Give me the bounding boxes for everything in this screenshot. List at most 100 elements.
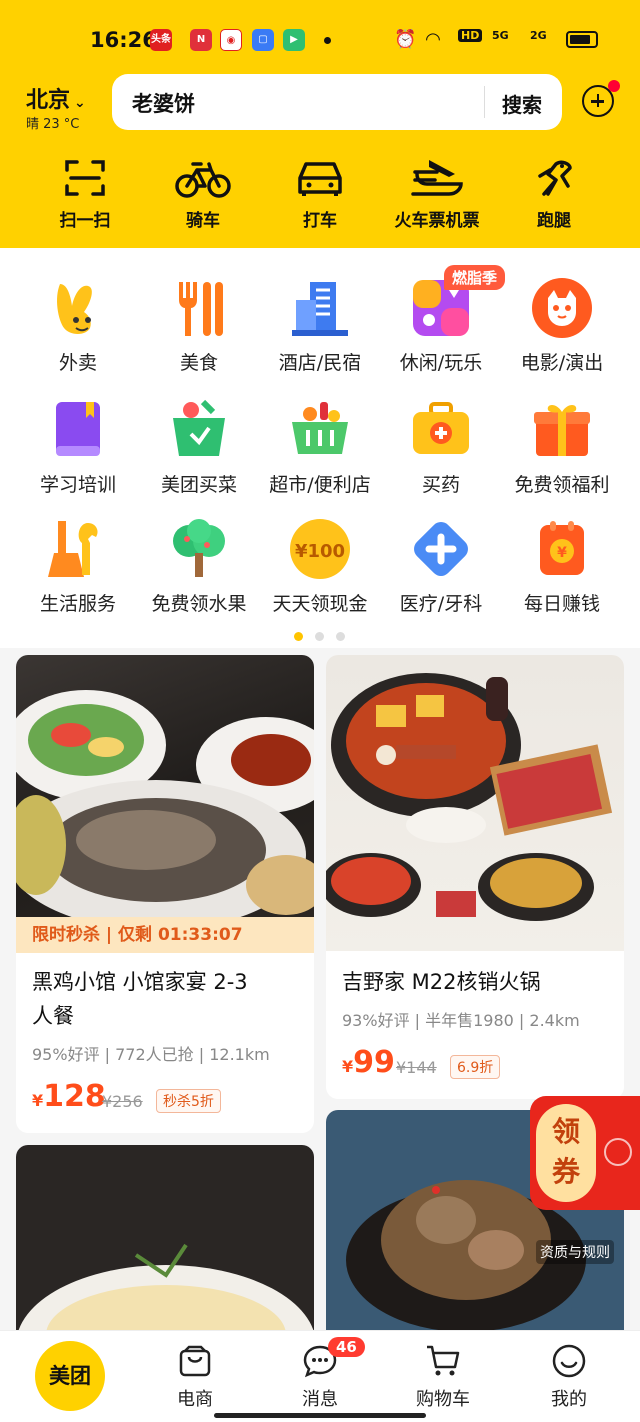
quick-label: 骑车 (186, 211, 220, 231)
train-plane-icon (411, 160, 463, 196)
price-value: 99 (353, 1045, 395, 1080)
nav-label: 消息 (302, 1389, 338, 1410)
nav-cart[interactable]: 购物车 (398, 1343, 488, 1411)
nav-shop[interactable]: 电商 (150, 1343, 240, 1411)
weibo-icon: ◉ (220, 29, 242, 51)
category-label: 酒店/民宿 (278, 352, 362, 374)
price-value: 128 (43, 1079, 106, 1114)
status-time: 16:26 (90, 28, 157, 52)
category-medicine[interactable]: 买药 (377, 398, 505, 497)
notification-dot (324, 37, 331, 44)
taxi-icon (298, 162, 342, 196)
tree-icon (167, 517, 231, 581)
category-daily-earn[interactable]: ¥ 每日赚钱 (498, 517, 626, 616)
category-takeout[interactable]: 外卖 (14, 276, 142, 375)
category-label: 医疗/牙科 (399, 593, 483, 615)
search-input[interactable]: 老婆饼 (132, 88, 195, 118)
city-selector[interactable]: 北京 ⌄ (26, 82, 86, 114)
money-bag-icon: ¥ (530, 517, 594, 581)
nav-home[interactable]: 美团 (35, 1341, 105, 1411)
wifi-icon: ◠ (426, 29, 440, 50)
bike-icon (175, 162, 231, 198)
category-label: 生活服务 (39, 593, 116, 615)
card-price: ¥99 (342, 1045, 395, 1080)
food-image (16, 1243, 314, 1345)
deal-card[interactable]: 吉野家 M22核销火锅 93%好评 | 半年售1980 | 2.4km ¥99 … (326, 655, 624, 1099)
food-icon (167, 276, 231, 340)
book-icon (46, 398, 110, 462)
category-daily-cash[interactable]: ¥100 天天领现金 (256, 517, 384, 616)
food-image (16, 655, 314, 930)
quick-taxi[interactable]: 打车 (265, 154, 375, 231)
category-hotel[interactable]: 酒店/民宿 (256, 276, 384, 375)
quick-label: 扫一扫 (59, 211, 111, 231)
category-medical[interactable]: 医疗/牙科 (377, 517, 505, 616)
basket-icon (288, 398, 352, 462)
deal-card[interactable]: 限时秒杀 | 仅剩 01:33:07 黑鸡小馆 小馆家宴 2-3 人餐 95%好… (16, 655, 314, 1133)
hot-badge: 燃脂季 (444, 265, 506, 290)
coupon-float[interactable]: 领券 (530, 1096, 640, 1210)
category-gift[interactable]: 免费领福利 (498, 398, 626, 497)
quick-label: 火车票机票 (394, 211, 480, 231)
card-meta: 95%好评 | 772人已抢 | 12.1km (32, 1045, 270, 1064)
divider (484, 86, 485, 118)
category-label: 免费领福利 (514, 474, 610, 496)
category-movie[interactable]: 电影/演出 (498, 276, 626, 375)
scan-icon (65, 160, 105, 196)
category-study[interactable]: 学习培训 (14, 398, 142, 497)
deal-card[interactable] (16, 1145, 314, 1345)
discount-tag: 6.9折 (450, 1055, 501, 1079)
category-grocery[interactable]: 美团买菜 (135, 398, 263, 497)
search-bar[interactable]: 老婆饼 搜索 (112, 74, 562, 130)
flash-sale-bar: 限时秒杀 | 仅剩 01:33:07 (16, 917, 314, 953)
category-leisure[interactable]: 休闲/玩乐 (377, 276, 505, 375)
quick-train-plane[interactable]: 火车票机票 (382, 154, 492, 231)
nav-label: 我的 (551, 1389, 587, 1410)
category-label: 买药 (421, 474, 460, 496)
quick-bike[interactable]: 骑车 (148, 154, 258, 231)
quick-errand[interactable]: 跑腿 (499, 154, 609, 231)
category-label: 电影/演出 (520, 352, 604, 374)
message-count-badge: 46 (328, 1337, 365, 1357)
coupon-char: 券 (551, 1155, 580, 1188)
quick-label: 跑腿 (537, 211, 571, 231)
quick-scan[interactable]: 扫一扫 (30, 154, 140, 231)
svg-text:¥: ¥ (557, 545, 567, 561)
currency-symbol: ¥ (342, 1057, 354, 1076)
home-indicator (214, 1413, 426, 1418)
rules-link[interactable]: 资质与规则 (536, 1240, 614, 1264)
weather-label: 晴 23 °C (26, 117, 80, 132)
medicine-box-icon (409, 398, 473, 462)
category-label: 每日赚钱 (523, 593, 600, 615)
smile-icon (552, 1344, 586, 1378)
nav-profile[interactable]: 我的 (524, 1343, 614, 1411)
category-label: 美食 (179, 352, 218, 374)
page-indicator (294, 626, 357, 645)
page-dot (315, 632, 324, 641)
building-icon (604, 1138, 632, 1166)
coupon-label: 领券 (536, 1104, 596, 1202)
category-supermarket[interactable]: 超市/便利店 (256, 398, 384, 497)
category-label: 免费领水果 (151, 593, 247, 615)
card-price: ¥128 (32, 1079, 106, 1114)
category-free-fruit[interactable]: 免费领水果 (135, 517, 263, 616)
card-title: 吉野家 M22核销火锅 (342, 970, 541, 994)
card-title-cont: 人餐 (32, 1004, 74, 1028)
page-dot (336, 632, 345, 641)
food-image (326, 655, 624, 951)
category-label: 学习培训 (39, 474, 116, 496)
original-price: ¥256 (102, 1092, 143, 1111)
grocery-icon (167, 398, 231, 462)
hd-icon: HD (458, 29, 483, 42)
notification-dot (608, 80, 620, 92)
hotel-icon (288, 276, 352, 340)
category-label: 外卖 (58, 352, 97, 374)
search-button[interactable]: 搜索 (502, 89, 542, 118)
card-title: 黑鸡小馆 小馆家宴 2-3 (32, 970, 248, 994)
category-label: 美团买菜 (160, 474, 237, 496)
status-bar: 16:26 头条 N ◉ ▢ ▶ ⏰ ◠ HD 5G 2G (0, 20, 640, 62)
takeout-icon (46, 276, 110, 340)
category-food[interactable]: 美食 (135, 276, 263, 375)
movie-icon (530, 276, 594, 340)
category-life-service[interactable]: 生活服务 (14, 517, 142, 616)
